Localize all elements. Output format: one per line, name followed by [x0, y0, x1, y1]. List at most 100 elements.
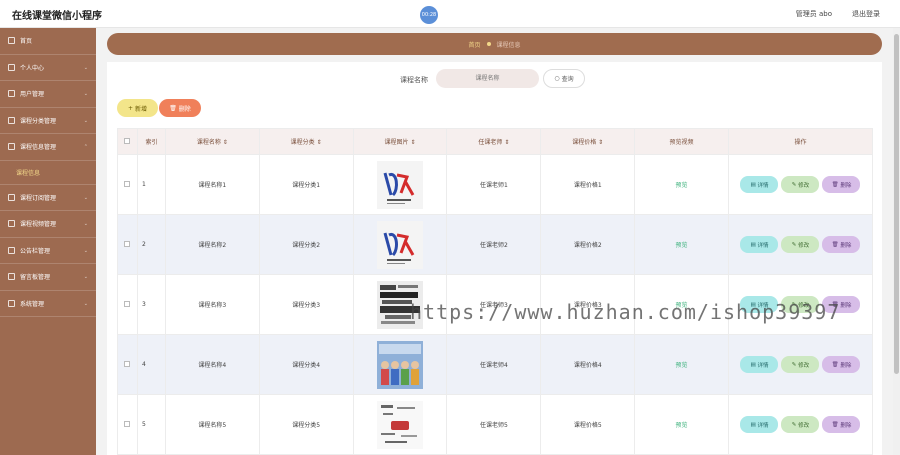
table-row: 2 课程名称2 课程分类2 任课老师2 课程价格2 预览 ▤ 详情 ✎ 修改 🗑… [117, 214, 874, 275]
page-scrollbar[interactable] [893, 28, 900, 455]
search-input[interactable] [436, 69, 539, 88]
detail-button[interactable]: ▤ 详情 [740, 356, 779, 373]
row-teacher: 任课老师5 [446, 394, 542, 455]
sidebar-item-label: 课程分类管理 [20, 117, 57, 125]
sidebar-item-label: 课程视频管理 [20, 221, 57, 229]
search-button-label: 查询 [561, 76, 574, 83]
row-checkbox-cell[interactable] [117, 334, 138, 395]
sidebar-item-users[interactable]: 用户管理 ⌄ [0, 81, 96, 108]
edit-button[interactable]: ✎ 修改 [781, 356, 820, 373]
sort-icon[interactable]: ⇕ [504, 139, 509, 146]
sidebar-item-profile[interactable]: 个人中心 ⌄ [0, 55, 96, 81]
delete-label: 删除 [840, 362, 852, 369]
delete-label: 删除 [840, 182, 852, 189]
row-checkbox[interactable] [124, 420, 131, 427]
sidebar-item-label: 系统管理 [20, 300, 45, 308]
col-price[interactable]: 课程价格 ⇕ [540, 128, 636, 155]
search-button[interactable]: ○ 查询 [543, 69, 585, 88]
edit-button[interactable]: ✎ 修改 [781, 176, 820, 193]
row-ops-cell: ▤ 详情 ✎ 修改 🗑 删除 [727, 214, 874, 275]
row-ops-cell: ▤ 详情 ✎ 修改 🗑 删除 [727, 394, 874, 455]
sidebar-item-category[interactable]: 课程分类管理 ⌄ [0, 108, 96, 134]
col-name[interactable]: 课程名称 ⇕ [164, 128, 260, 155]
row-checkbox[interactable] [124, 240, 131, 247]
breadcrumb-home[interactable]: 首页 [468, 40, 480, 49]
trash-icon: 🗑 [831, 421, 839, 428]
sidebar-item-system[interactable]: 系统管理 ⌄ [0, 291, 96, 317]
row-category: 课程分类5 [258, 394, 354, 455]
detail-button[interactable]: ▤ 详情 [740, 236, 779, 253]
delete-button[interactable]: 🗑 删除 [822, 356, 861, 373]
delete-button[interactable]: 🗑 删除 [822, 176, 861, 193]
sidebar-item-course[interactable]: 课程信息管理 ⌃ [0, 134, 96, 161]
detail-label: 详情 [757, 422, 769, 429]
sidebar-item-notice[interactable]: 公告栏管理 ⌄ [0, 238, 96, 264]
detail-button[interactable]: ▤ 详情 [740, 416, 779, 433]
edit-button[interactable]: ✎ 修改 [781, 236, 820, 253]
detail-label: 详情 [757, 362, 769, 369]
avatar[interactable]: 00:28 [420, 6, 438, 24]
row-index: 3 [136, 274, 166, 335]
sidebar-item-label: 用户管理 [20, 91, 45, 99]
select-all-cell[interactable] [117, 128, 138, 155]
chevron-down-icon: ⌄ [83, 117, 88, 124]
sort-icon[interactable]: ⇕ [317, 139, 322, 146]
select-all-checkbox[interactable] [124, 137, 131, 144]
batch-delete-button[interactable]: 🗑 删除 [159, 99, 201, 117]
course-image [377, 160, 424, 209]
col-image[interactable]: 课程图片 ⇕ [352, 128, 448, 155]
delete-label: 删除 [840, 302, 852, 309]
delete-button[interactable]: 🗑 删除 [822, 416, 861, 433]
preview-link[interactable]: 预览 [676, 242, 688, 249]
detail-label: 详情 [757, 242, 769, 249]
col-video: 预览视频 [634, 128, 729, 155]
sort-icon[interactable]: ⇕ [223, 139, 228, 146]
row-checkbox-cell[interactable] [117, 274, 138, 335]
detail-icon: ▤ [750, 421, 756, 428]
row-checkbox-cell[interactable] [117, 394, 138, 455]
sidebar-item-subscription[interactable]: 课程订阅管理 ⌄ [0, 185, 96, 211]
sort-icon[interactable]: ⇕ [410, 139, 415, 146]
row-checkbox-cell[interactable] [117, 154, 138, 215]
notice-icon [8, 246, 15, 254]
row-category: 课程分类4 [258, 334, 354, 395]
edit-icon: ✎ [791, 361, 797, 368]
row-ops-cell: ▤ 详情 ✎ 修改 🗑 删除 [727, 334, 874, 395]
row-checkbox[interactable] [124, 300, 131, 307]
breadcrumb-separator-icon [486, 42, 491, 46]
sidebar-subitem-course-info[interactable]: 课程信息 [0, 161, 96, 185]
sort-icon[interactable]: ⇕ [598, 139, 603, 146]
logout-link[interactable]: 退出登录 [852, 9, 880, 19]
row-name: 课程名称5 [164, 394, 260, 455]
chevron-down-icon: ⌄ [83, 300, 88, 307]
detail-button[interactable]: ▤ 详情 [740, 176, 779, 193]
scrollbar-thumb[interactable] [894, 34, 899, 374]
sidebar-item-home[interactable]: 首页 [0, 28, 96, 55]
row-name: 课程名称1 [164, 154, 260, 215]
edit-label: 修改 [798, 422, 810, 429]
col-teacher[interactable]: 任课老师 ⇕ [446, 128, 542, 155]
trash-icon: 🗑 [831, 181, 839, 188]
row-checkbox[interactable] [124, 180, 131, 187]
row-name: 课程名称3 [164, 274, 260, 335]
add-button[interactable]: + 新增 [117, 99, 158, 117]
plus-icon: + [128, 104, 134, 112]
preview-link[interactable]: 预览 [676, 182, 688, 189]
row-checkbox-cell[interactable] [117, 214, 138, 275]
col-category[interactable]: 课程分类 ⇕ [258, 128, 354, 155]
detail-icon: ▤ [750, 361, 756, 368]
search-icon: ○ [554, 75, 560, 82]
sidebar-item-messages[interactable]: 留言板管理 ⌄ [0, 264, 96, 291]
col-name-label: 课程名称 [196, 139, 221, 146]
sidebar-item-video[interactable]: 课程视频管理 ⌄ [0, 211, 96, 238]
preview-link[interactable]: 预览 [676, 422, 688, 429]
chevron-down-icon: ⌄ [83, 274, 88, 280]
edit-button[interactable]: ✎ 修改 [781, 416, 820, 433]
row-checkbox[interactable] [124, 360, 131, 367]
delete-label: 删除 [840, 422, 852, 429]
row-category: 课程分类1 [258, 154, 354, 215]
delete-button[interactable]: 🗑 删除 [822, 236, 861, 253]
preview-link[interactable]: 预览 [676, 362, 688, 369]
row-teacher: 任课老师4 [446, 334, 542, 395]
row-price: 课程价格2 [540, 214, 636, 275]
